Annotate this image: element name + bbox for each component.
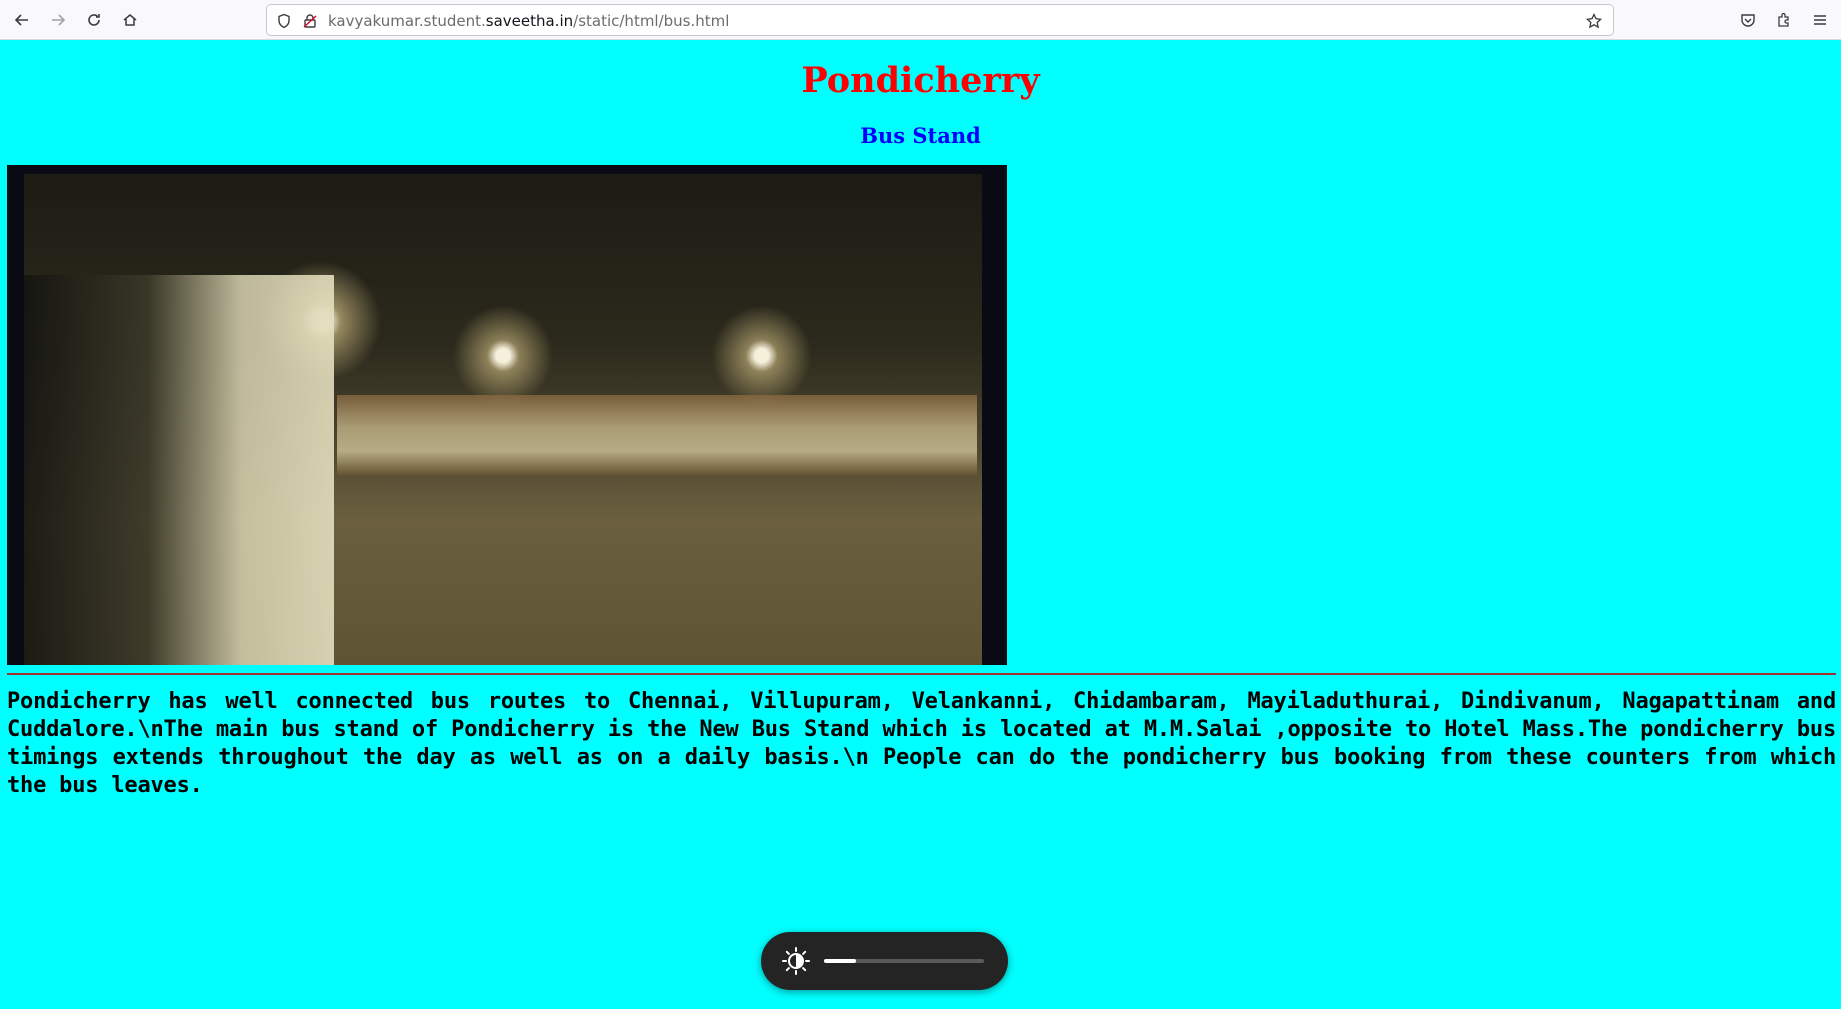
extensions-icon[interactable] <box>1772 8 1796 32</box>
brightness-icon <box>781 946 811 976</box>
horizontal-rule <box>7 673 1836 675</box>
photo-buses-row <box>337 395 977 475</box>
url-bar[interactable]: kavyakumar.student.saveetha.in/static/ht… <box>266 4 1614 36</box>
url-path: /static/html/bus.html <box>573 12 730 30</box>
url-prefix: kavyakumar.student. <box>328 12 486 30</box>
lock-icon[interactable] <box>301 12 319 30</box>
page-content: Pondicherry Bus Stand Pondicherry has we… <box>0 40 1841 1009</box>
home-icon[interactable] <box>116 8 144 32</box>
photo-bus-left <box>24 275 334 665</box>
description-paragraph: Pondicherry has well connected bus route… <box>7 689 1836 798</box>
page-subtitle: Bus Stand <box>860 123 981 148</box>
tracking-shield-icon[interactable] <box>275 12 293 30</box>
bus-stand-photo <box>7 165 1007 665</box>
page-title: Pondicherry <box>801 60 1040 101</box>
reload-icon[interactable] <box>80 8 108 32</box>
pocket-icon[interactable] <box>1736 8 1760 32</box>
brightness-osd <box>761 932 1008 990</box>
brightness-slider[interactable] <box>824 959 984 963</box>
brightness-slider-fill <box>824 959 856 963</box>
back-arrow-icon[interactable] <box>8 8 36 32</box>
bookmark-star-icon[interactable] <box>1585 12 1603 30</box>
url-text[interactable]: kavyakumar.student.saveetha.in/static/ht… <box>328 12 729 30</box>
url-domain: saveetha.in <box>485 12 574 30</box>
forward-arrow-icon[interactable] <box>44 8 72 32</box>
hamburger-menu-icon[interactable] <box>1808 8 1832 32</box>
browser-toolbar: kavyakumar.student.saveetha.in/static/ht… <box>0 0 1841 40</box>
